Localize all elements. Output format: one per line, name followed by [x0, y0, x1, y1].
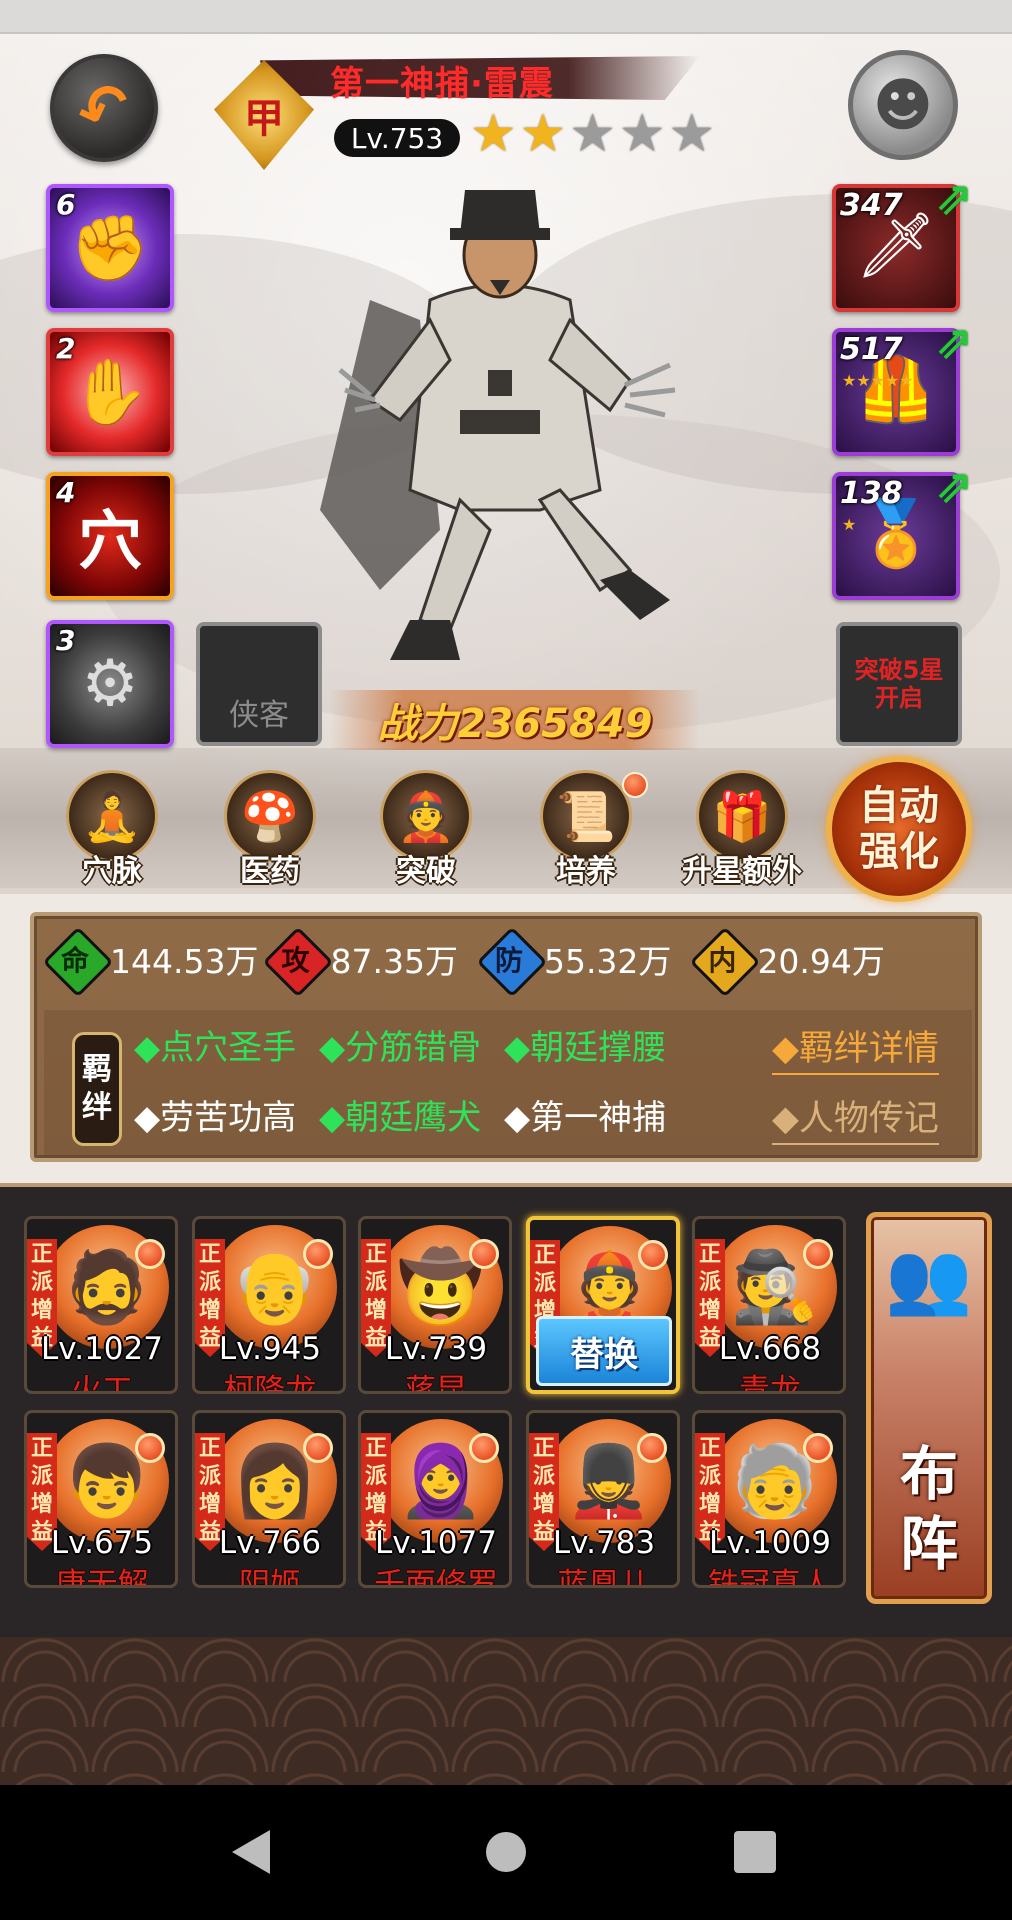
hero-title: 第一神捕·雷震	[330, 64, 554, 104]
hero-name: 火工	[71, 1373, 133, 1394]
bond-item: ◆第一神捕	[503, 1098, 667, 1138]
upgrade-arrow-icon: ⇗	[934, 315, 974, 369]
hero-name: 阴姬	[239, 1567, 301, 1588]
skill-slot-2[interactable]: ✋ 2	[46, 328, 174, 456]
notification-dot	[303, 1239, 333, 1269]
formation-button[interactable]: 👥 布 阵	[866, 1212, 992, 1604]
roster-card[interactable]: 🕵 正派增益 Lv.668 青龙	[692, 1216, 846, 1394]
hero-level: Lv.945	[218, 1331, 322, 1367]
hero-level: Lv.675	[50, 1525, 154, 1561]
roster-card[interactable]: 🤠 正派增益 Lv.739 蒋昆	[358, 1216, 512, 1394]
hero-level: Lv.783	[552, 1525, 656, 1561]
player-avatar-button[interactable]: ☻	[848, 50, 958, 160]
cultivate-button[interactable]: 📜 培养	[526, 770, 648, 890]
auto-strengthen-button[interactable]: 自动强化	[826, 756, 972, 902]
notification-dot	[469, 1433, 499, 1463]
combat-power: 战力2365849	[377, 701, 653, 747]
replace-button[interactable]: 替换	[536, 1316, 672, 1386]
breakthrough-button[interactable]: 👲 突破	[366, 770, 486, 890]
combat-power-bar: 战力2365849	[330, 690, 700, 750]
stat-hp: 命 144.53万	[44, 928, 258, 990]
equip-stars: ★★★★★	[842, 371, 914, 390]
hero-name: 蓝凰儿	[557, 1567, 651, 1588]
hero-level: Lv.739	[384, 1331, 488, 1367]
bond-item: ◆劳苦功高	[134, 1098, 297, 1138]
roster-card[interactable]: 👦 正派增益 Lv.675 唐无解	[24, 1410, 178, 1588]
defense-icon: 防	[478, 928, 540, 990]
roster-card[interactable]: 🧔 正派增益 Lv.1027 火工	[24, 1216, 178, 1394]
heroes-illustration-icon: 👥	[885, 1237, 973, 1319]
bond-row-1: ◆点穴圣手 ◆分筋错骨 ◆朝廷撑腰	[134, 1020, 678, 1069]
claw-skill-icon: ✋	[70, 355, 150, 430]
hero-name: 千面修罗	[374, 1567, 498, 1588]
bond-item: ◆朝廷撑腰	[503, 1028, 667, 1068]
hero-name: 蒋昆	[405, 1373, 467, 1394]
acupoint-skill-icon: 穴	[78, 505, 142, 579]
biography-link[interactable]: ◆人物传记	[772, 1090, 939, 1145]
notification-dot	[469, 1239, 499, 1269]
acupoint-button[interactable]: 🧘 穴脉	[52, 770, 172, 890]
nav-home-icon[interactable]	[486, 1832, 526, 1872]
stat-internal: 内 20.94万	[691, 928, 885, 990]
roster-card[interactable]: 🧕 正派增益 Lv.1077 千面修罗	[358, 1410, 512, 1588]
avatar-silhouette-icon: ☻	[872, 71, 934, 139]
hero-name: 铁冠真人	[708, 1567, 832, 1588]
notification-dot	[803, 1433, 833, 1463]
stat-defense: 防 55.32万	[478, 928, 685, 990]
notification-dot	[135, 1239, 165, 1269]
skill-slot-4[interactable]: ⚙ 3	[46, 620, 174, 748]
wave-pattern-footer	[0, 1637, 1012, 1785]
roster-card[interactable]: 👲正派增益替换	[526, 1216, 680, 1394]
hero-level: Lv.766	[218, 1525, 322, 1561]
hero-name: 青龙	[739, 1373, 801, 1394]
hero-level: Lv.1009	[709, 1525, 831, 1561]
status-strip	[0, 0, 1012, 34]
star-bonus-button[interactable]: 🎁 升星额外	[682, 770, 802, 890]
bond-row-2: ◆劳苦功高 ◆朝廷鹰犬 ◆第一神捕	[134, 1090, 678, 1139]
breakthrough-locked-slot[interactable]: 突破5星开启	[836, 622, 962, 746]
bond-item: ◆分筋错骨	[318, 1028, 482, 1068]
hp-icon: 命	[44, 928, 106, 990]
attack-icon: 攻	[264, 928, 326, 990]
bond-item: ◆点穴圣手	[134, 1028, 297, 1068]
notification-dot	[637, 1433, 667, 1463]
bond-tag: 羁绊	[72, 1032, 122, 1146]
medicine-button[interactable]: 🍄 医药	[210, 770, 330, 890]
bond-item: ◆朝廷鹰犬	[318, 1098, 482, 1138]
roster-card[interactable]: 💂 正派增益 Lv.783 蓝凰儿	[526, 1410, 680, 1588]
stats-panel: 命 144.53万 攻 87.35万 防 55.32万 内 20.94万 羁绊 …	[30, 912, 982, 1162]
notification-dot	[638, 1240, 668, 1270]
upgrade-arrow-icon: ⇗	[934, 171, 974, 225]
hero-name: 柯降龙	[223, 1373, 317, 1394]
hero-level: Lv.668	[718, 1331, 822, 1367]
notification-dot	[135, 1433, 165, 1463]
back-button[interactable]: ↶	[50, 54, 158, 162]
medallion-skill-icon: ⚙	[81, 647, 139, 721]
skill-slot-1[interactable]: ✊ 6	[46, 184, 174, 312]
fist-skill-icon: ✊	[70, 211, 150, 286]
notification-dot	[622, 772, 648, 798]
roster-card[interactable]: 👩 正派增益 Lv.766 阴姬	[192, 1410, 346, 1588]
hero-figure	[320, 190, 676, 660]
nav-recent-icon[interactable]	[734, 1831, 776, 1873]
roster-card[interactable]: 👴 正派增益 Lv.945 柯降龙	[192, 1216, 346, 1394]
nav-back-icon[interactable]	[232, 1830, 270, 1874]
attribute-row: 命 144.53万 攻 87.35万 防 55.32万 内 20.94万	[44, 924, 972, 994]
hero-level: Lv.1077	[375, 1525, 497, 1561]
bond-detail-link[interactable]: ◆羁绊详情	[772, 1020, 939, 1075]
back-arrow-icon: ↶	[67, 64, 141, 152]
hero-name: 唐无解	[55, 1567, 149, 1588]
notification-dot	[303, 1433, 333, 1463]
hero-level: Lv.1027	[41, 1331, 163, 1367]
stat-attack: 攻 87.35万	[264, 928, 471, 990]
notification-dot	[803, 1239, 833, 1269]
internal-icon: 内	[691, 928, 753, 990]
upgrade-arrow-icon: ⇗	[934, 459, 974, 513]
skill-slot-3[interactable]: 穴 4	[46, 472, 174, 600]
bond-area: 羁绊 ◆点穴圣手 ◆分筋错骨 ◆朝廷撑腰 ◆劳苦功高 ◆朝廷鹰犬 ◆第一神捕 ◆…	[44, 1010, 972, 1156]
roster-card[interactable]: 🧓 正派增益 Lv.1009 铁冠真人	[692, 1410, 846, 1588]
equip-stars: ★	[842, 515, 857, 534]
